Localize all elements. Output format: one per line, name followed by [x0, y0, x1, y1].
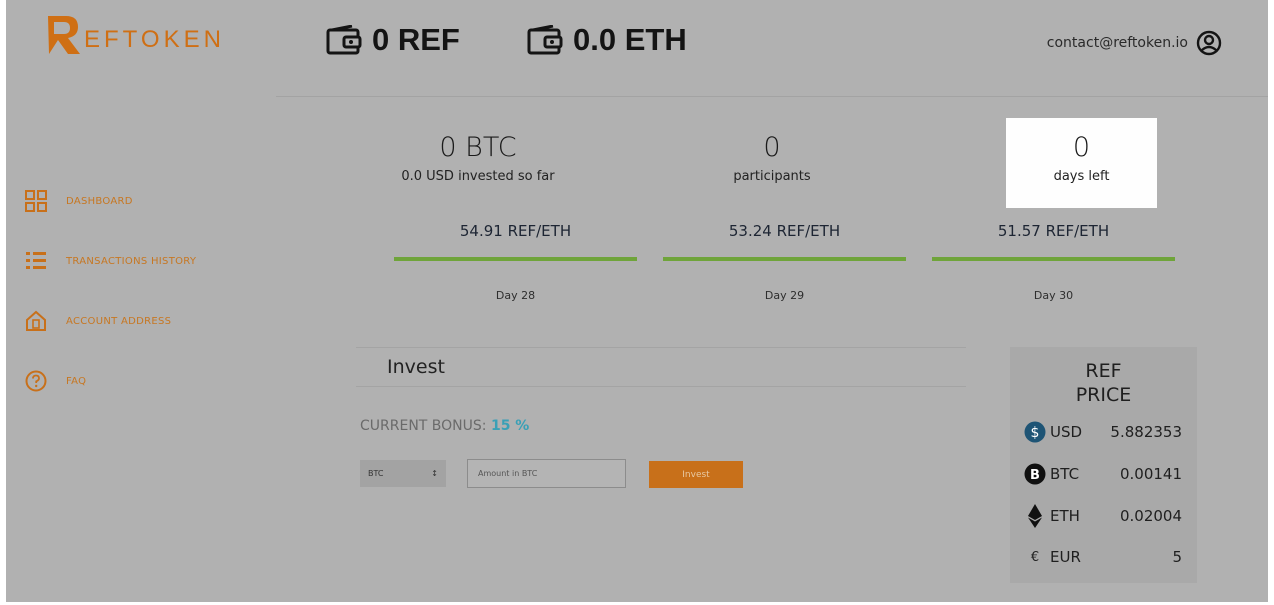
- price-currency: ETH: [1050, 507, 1080, 525]
- price-title-line2: PRICE: [1075, 384, 1132, 406]
- invested-label: 0.0 USD invested so far: [401, 169, 555, 184]
- ref-price-panel: REF PRICE $ USD 5.882353 B BTC 0.00141 E…: [1010, 347, 1197, 583]
- price-currency: EUR: [1050, 548, 1081, 566]
- sidebar-item-label: FAQ: [66, 375, 87, 387]
- price-title-line1: REF: [1085, 360, 1122, 382]
- stat-participants: 0 participants: [652, 132, 892, 184]
- sidebar-item-transactions-history[interactable]: TRANSACTIONS HISTORY: [24, 246, 196, 276]
- sidebar-item-faq[interactable]: FAQ: [24, 366, 196, 396]
- stat-invested: 0 BTC 0.0 USD invested so far: [358, 132, 598, 184]
- schedule-rate: 51.57 REF/ETH: [997, 222, 1110, 240]
- schedule-rate: 54.91 REF/ETH: [459, 222, 572, 240]
- contact-area: contact@reftoken.io: [1047, 30, 1222, 56]
- sidebar-item-label: ACCOUNT ADDRESS: [66, 315, 172, 327]
- bonus-value: 15 %: [490, 418, 530, 434]
- select-arrows-icon: ↕: [431, 469, 438, 478]
- invest-divider: [356, 386, 966, 387]
- price-row-eth: ETH 0.02004: [1024, 504, 1182, 528]
- ref-balance-value: 0 REF: [372, 22, 460, 57]
- ethereum-icon: [1024, 504, 1046, 528]
- price-value: 0.02004: [1119, 507, 1182, 525]
- price-row-btc: B BTC 0.00141: [1024, 462, 1182, 486]
- price-value: 0.00141: [1119, 465, 1182, 483]
- wallet-icon: [326, 25, 362, 55]
- schedule-day: Day 28: [495, 289, 536, 302]
- app-frame: EFTOKEN 0 REF 0.0 ETH contact@reftoken.i…: [6, 0, 1268, 602]
- bitcoin-icon: B: [1024, 463, 1046, 485]
- euro-icon: €: [1030, 549, 1040, 565]
- participants-value: 0: [763, 132, 781, 163]
- schedule-day: Day 29: [764, 289, 805, 302]
- svg-text:$: $: [1031, 425, 1040, 441]
- schedule-day: Day 30: [1033, 289, 1074, 302]
- invest-button[interactable]: Invest: [649, 461, 743, 488]
- wallet-icon: [527, 25, 563, 55]
- sidebar-item-label: DASHBOARD: [66, 195, 133, 207]
- sidebar-item-label: TRANSACTIONS HISTORY: [66, 255, 197, 267]
- sidebar-nav: DASHBOARD TRANSACTIONS HISTORY ACCOUNT A…: [24, 186, 196, 426]
- price-currency: USD: [1050, 423, 1083, 441]
- contact-email[interactable]: contact@reftoken.io: [1047, 35, 1188, 51]
- price-row-eur: € EUR 5: [1024, 545, 1182, 569]
- price-title: REF PRICE: [1010, 359, 1197, 407]
- usd-coin-icon: $: [1024, 421, 1046, 443]
- house-icon: [24, 309, 48, 333]
- sidebar-item-dashboard[interactable]: DASHBOARD: [24, 186, 196, 216]
- schedule-progress-bar: [394, 257, 637, 261]
- currency-select-value: BTC: [368, 469, 384, 478]
- dashboard-grid-icon: [24, 189, 48, 213]
- header-divider: [276, 96, 1268, 97]
- schedule-progress-bar: [932, 257, 1175, 261]
- bonus-label: CURRENT BONUS:: [360, 418, 487, 434]
- invest-title: Invest: [387, 356, 445, 378]
- amount-input[interactable]: [467, 459, 626, 488]
- brand-logo[interactable]: EFTOKEN: [46, 14, 225, 56]
- currency-select[interactable]: BTC ↕: [360, 460, 446, 487]
- eth-balance: 0.0 ETH: [527, 22, 687, 58]
- eth-balance-value: 0.0 ETH: [573, 22, 687, 57]
- participants-label: participants: [733, 169, 811, 184]
- list-icon: [24, 249, 48, 273]
- current-bonus: CURRENT BONUS: 15 %: [360, 418, 529, 434]
- sidebar-item-account-address[interactable]: ACCOUNT ADDRESS: [24, 306, 196, 336]
- price-value: 5.882353: [1110, 423, 1182, 441]
- reftoken-logo-icon: [48, 16, 80, 54]
- price-currency: BTC: [1050, 465, 1080, 483]
- price-row-usd: $ USD 5.882353: [1024, 420, 1182, 444]
- stat-days-left: 0 days left: [1006, 132, 1157, 184]
- svg-text:B: B: [1030, 468, 1040, 483]
- schedule-rate: 53.24 REF/ETH: [728, 222, 841, 240]
- brand-name: EFTOKEN: [84, 26, 225, 53]
- days-left-label: days left: [1053, 169, 1110, 184]
- user-account-icon[interactable]: [1196, 30, 1222, 56]
- schedule-progress-bar: [663, 257, 906, 261]
- question-icon: [24, 369, 48, 393]
- days-left-value: 0: [1072, 132, 1091, 163]
- ref-balance: 0 REF: [326, 22, 460, 58]
- invested-value: 0 BTC: [439, 132, 517, 163]
- price-value: 5: [1172, 548, 1182, 566]
- invest-top-divider: [356, 347, 966, 348]
